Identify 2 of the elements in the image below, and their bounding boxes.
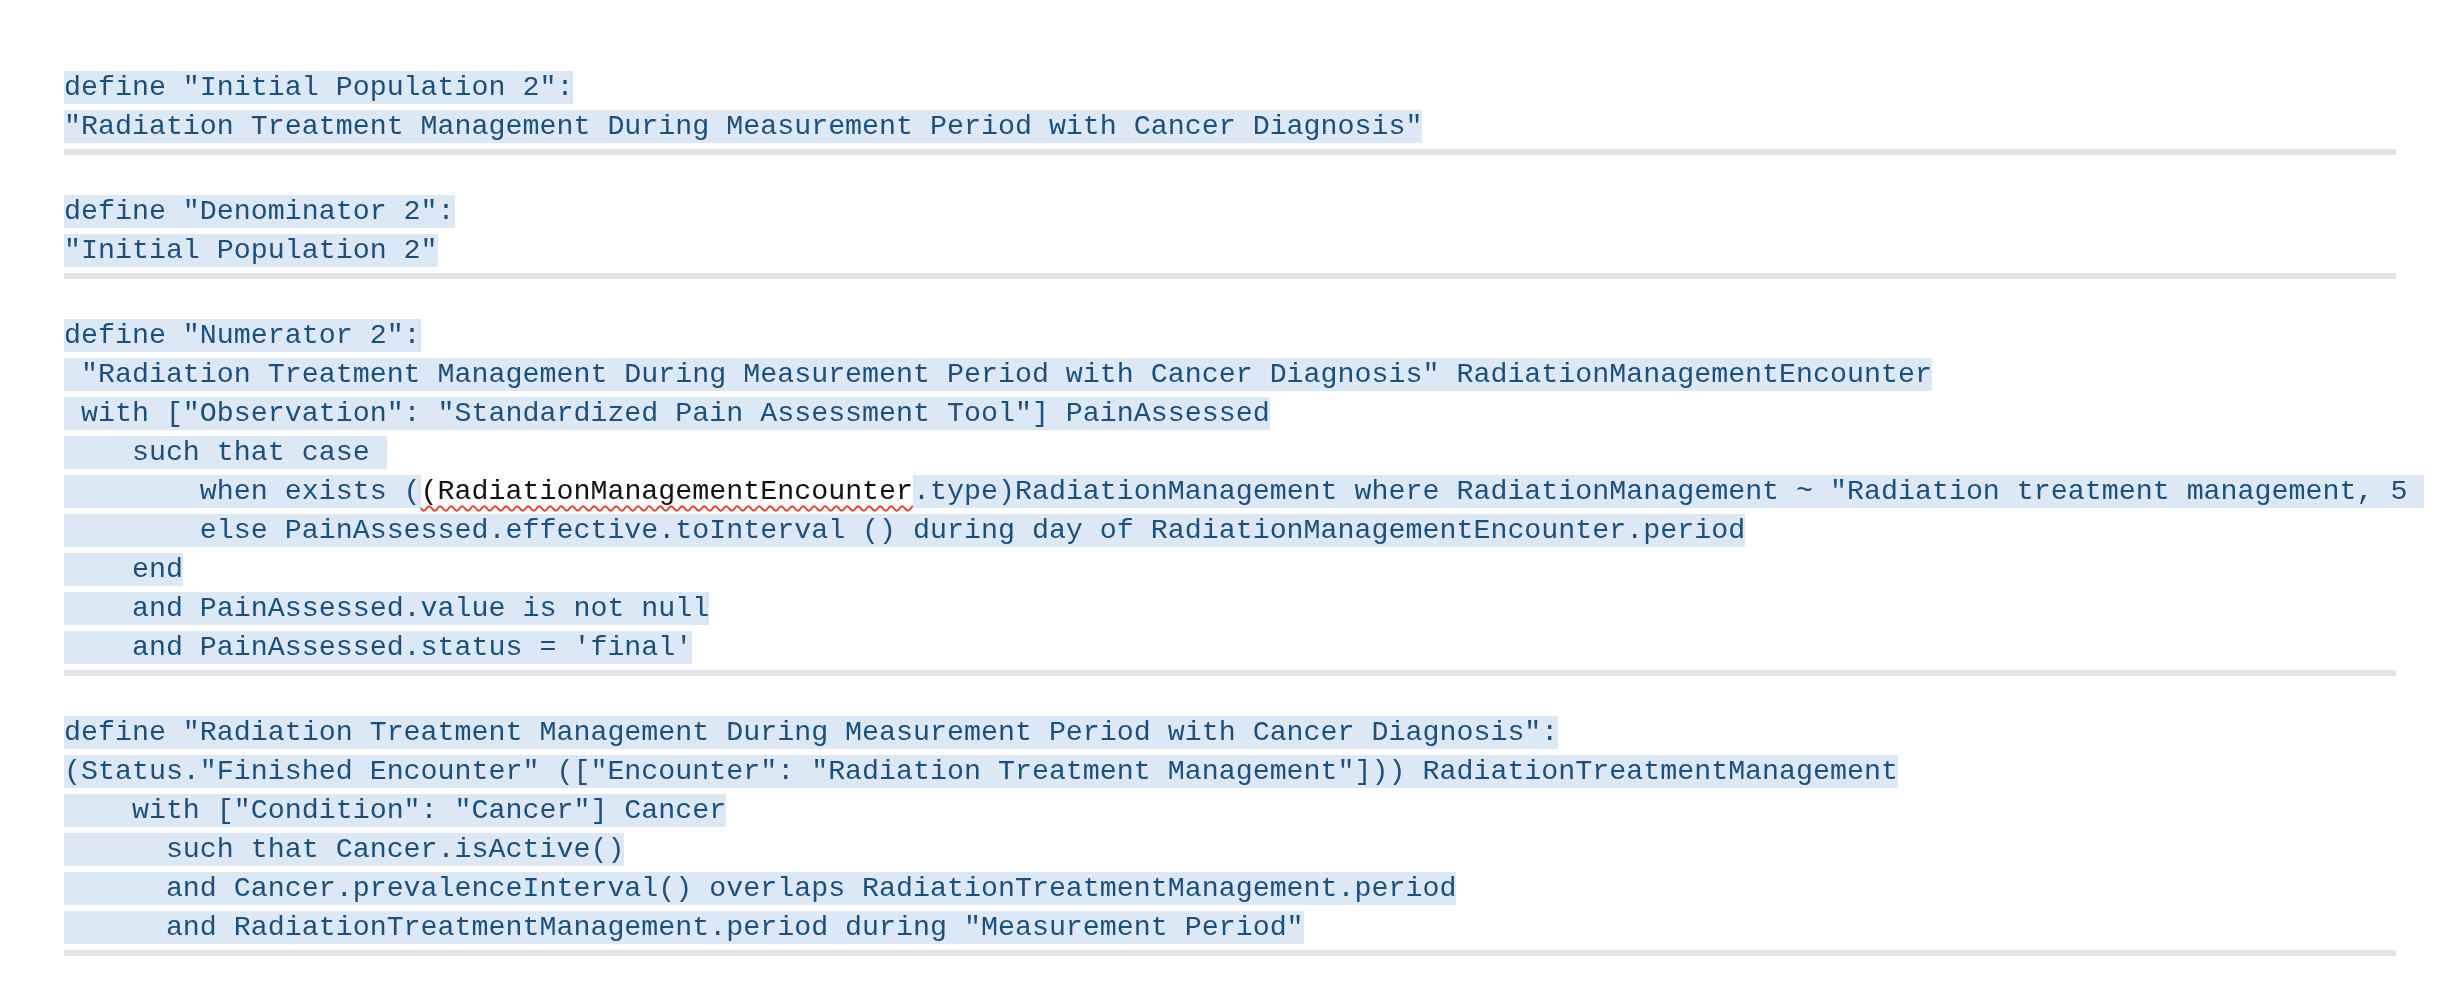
code-text: when exists ( [64, 475, 421, 508]
code-text: .type)RadiationManagement where RadiationManagement ~ "Radiation treatment management, 5 [913, 475, 2425, 508]
